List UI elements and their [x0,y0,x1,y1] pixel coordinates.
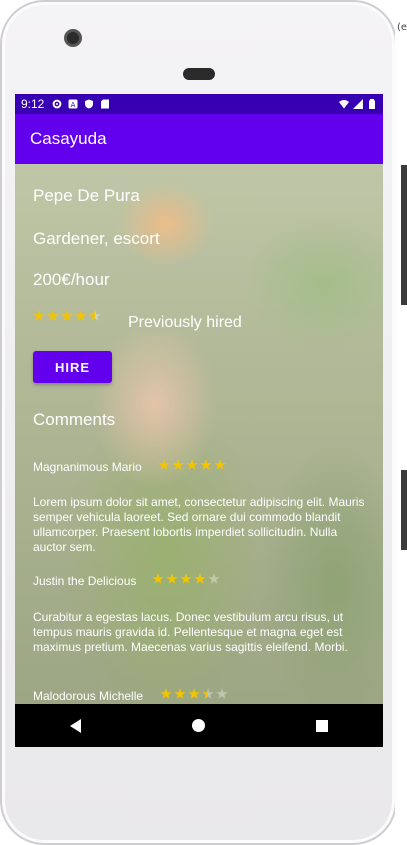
svg-text:A: A [71,101,76,109]
star-icon [158,459,170,470]
comment-rating-stars [152,573,220,585]
background-window-edge: (e [395,0,407,845]
star-icon [186,459,198,470]
device-screen: 9:12 A Casayuda Pepe De Pura Gardener, e… [15,94,383,747]
edge-bar [401,165,407,305]
star-icon [174,688,186,699]
shield-icon [85,99,94,109]
comments-title: Comments [33,410,116,429]
comment-rating-stars [160,688,228,700]
worker-rate: 200€/hour [33,270,110,289]
star-icon [188,688,200,699]
home-icon[interactable] [191,719,205,732]
status-time: 9:12 [21,97,45,111]
star-icon [194,573,206,584]
comment-author: Magnanimous Mario [33,460,142,474]
star-icon [180,573,192,584]
comment-author: Justin the Delicious [33,574,137,588]
earpiece-speaker [183,68,215,80]
front-camera [64,29,82,47]
wifi-icon [339,100,349,109]
navigation-bar [15,704,383,747]
star-icon [61,310,73,321]
star-icon [166,573,178,584]
hire-button[interactable]: HIRE [33,351,112,383]
comment-author: Malodorous Michelle [33,689,144,703]
star-icon [214,459,226,470]
comment-text: Lorem ipsum dolor sit amet, consectetur … [33,495,365,554]
star-icon [216,688,228,699]
star-icon [202,688,214,699]
comment-rating-stars [158,459,226,471]
edge-bar [401,470,407,550]
settings-icon [52,99,62,109]
star-icon [172,459,184,470]
star-icon [75,310,87,321]
comment-text: Curabitur a egestas lacus. Donec vestibu… [33,610,348,654]
recents-icon[interactable] [315,719,328,732]
profile-content[interactable]: Pepe De Pura Gardener, escort 200€/hour … [15,164,383,704]
sd-card-icon [101,99,110,109]
star-icon [200,459,212,470]
back-icon[interactable] [70,718,82,733]
edge-text: (e [396,22,407,33]
previously-hired-label: Previously hired [128,314,242,331]
status-bar: 9:12 A [15,94,383,114]
worker-profession: Gardener, escort [33,229,160,248]
star-icon [160,688,172,699]
device-frame: 9:12 A Casayuda Pepe De Pura Gardener, e… [0,0,397,845]
app-title: Casayuda [30,129,107,148]
star-icon [152,573,164,584]
star-icon [208,573,220,584]
status-icons-right [339,99,377,109]
star-icon [33,310,45,321]
worker-name: Pepe De Pura [33,186,140,205]
status-icons-left: A [52,99,110,109]
star-icon [89,310,101,321]
worker-rating-stars [33,310,101,322]
star-icon [47,310,59,321]
battery-icon [369,99,375,109]
signal-icon [353,99,363,109]
app-bar: Casayuda [15,114,383,164]
a-icon: A [68,99,78,109]
